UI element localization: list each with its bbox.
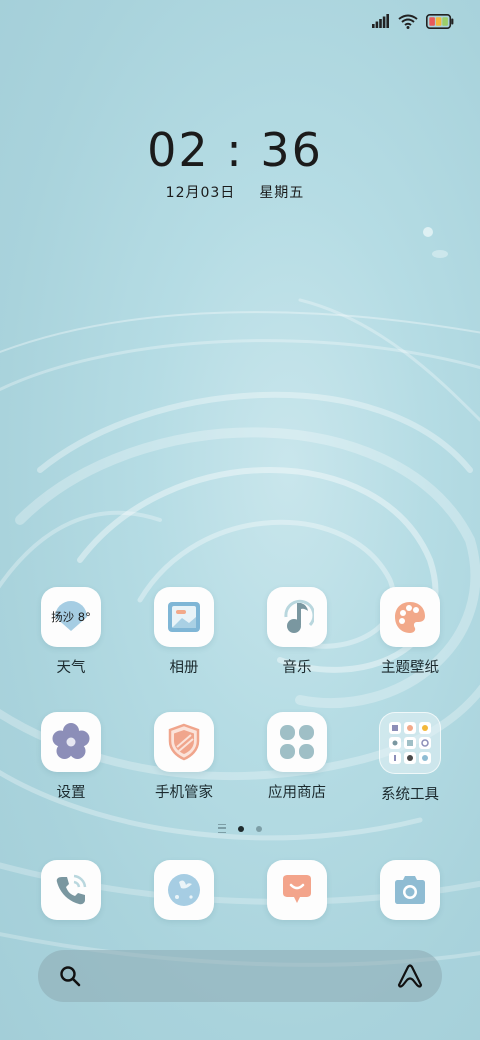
phone-icon [41, 860, 101, 920]
page-dot-active [238, 825, 244, 832]
app-label: 设置 [56, 785, 86, 801]
app-label: 手机管家 [155, 785, 213, 801]
settings-flower-icon [41, 712, 101, 772]
messages-icon [267, 860, 327, 920]
weather-temperature: 扬沙 8° [51, 610, 91, 624]
clock-weekday: 星期五 [259, 185, 305, 201]
search-icon [60, 966, 81, 987]
app-label: 音乐 [282, 660, 312, 676]
dock-browser[interactable] [138, 860, 230, 920]
assistant-icon[interactable] [396, 963, 424, 989]
security-shield-icon [154, 712, 214, 772]
app-settings[interactable]: 设置 [25, 712, 117, 802]
app-music[interactable]: 音乐 [251, 587, 343, 677]
system-tools-folder-icon [379, 712, 441, 774]
app-label: 系统工具 [381, 787, 439, 803]
app-phone-manager[interactable]: 手机管家 [138, 712, 230, 802]
status-bar [372, 10, 454, 32]
app-weather[interactable]: 扬沙 8° 天气 [25, 587, 117, 677]
themes-palette-icon [380, 587, 440, 647]
dock-phone[interactable] [25, 860, 117, 920]
page-indicator[interactable] [0, 824, 480, 833]
battery-icon [426, 13, 454, 29]
camera-icon [380, 860, 440, 920]
wifi-icon [398, 14, 418, 29]
app-gallery[interactable]: 相册 [138, 587, 230, 677]
app-label: 应用商店 [268, 785, 326, 801]
app-store[interactable]: 应用商店 [251, 712, 343, 802]
clock-date: 12月03日 [165, 185, 236, 201]
signal-bars-icon [372, 14, 389, 28]
dock-camera[interactable] [364, 860, 456, 920]
browser-icon [154, 860, 214, 920]
clock-widget[interactable]: 02 : 36 12月03日 星期五 [0, 122, 470, 202]
app-label: 天气 [56, 660, 86, 676]
gallery-icon [154, 587, 214, 647]
search-bar[interactable] [38, 950, 442, 1002]
page-dot [256, 825, 262, 832]
weather-icon: 扬沙 8° [41, 587, 101, 647]
folder-system-tools[interactable]: 系统工具 [364, 712, 456, 804]
app-label: 主题壁纸 [381, 660, 439, 676]
app-label: 相册 [169, 660, 199, 676]
dock-messages[interactable] [251, 860, 343, 920]
home-screen: 02 : 36 12月03日 星期五 扬沙 8° 天气 相册 音乐 主题壁纸 设… [0, 0, 480, 1040]
clock-time: 02 : 36 [147, 123, 323, 177]
app-store-icon [267, 712, 327, 772]
page-list-icon [218, 824, 226, 833]
clock-date-row: 12月03日 星期五 [0, 182, 470, 202]
music-icon [267, 587, 327, 647]
app-themes[interactable]: 主题壁纸 [364, 587, 456, 677]
